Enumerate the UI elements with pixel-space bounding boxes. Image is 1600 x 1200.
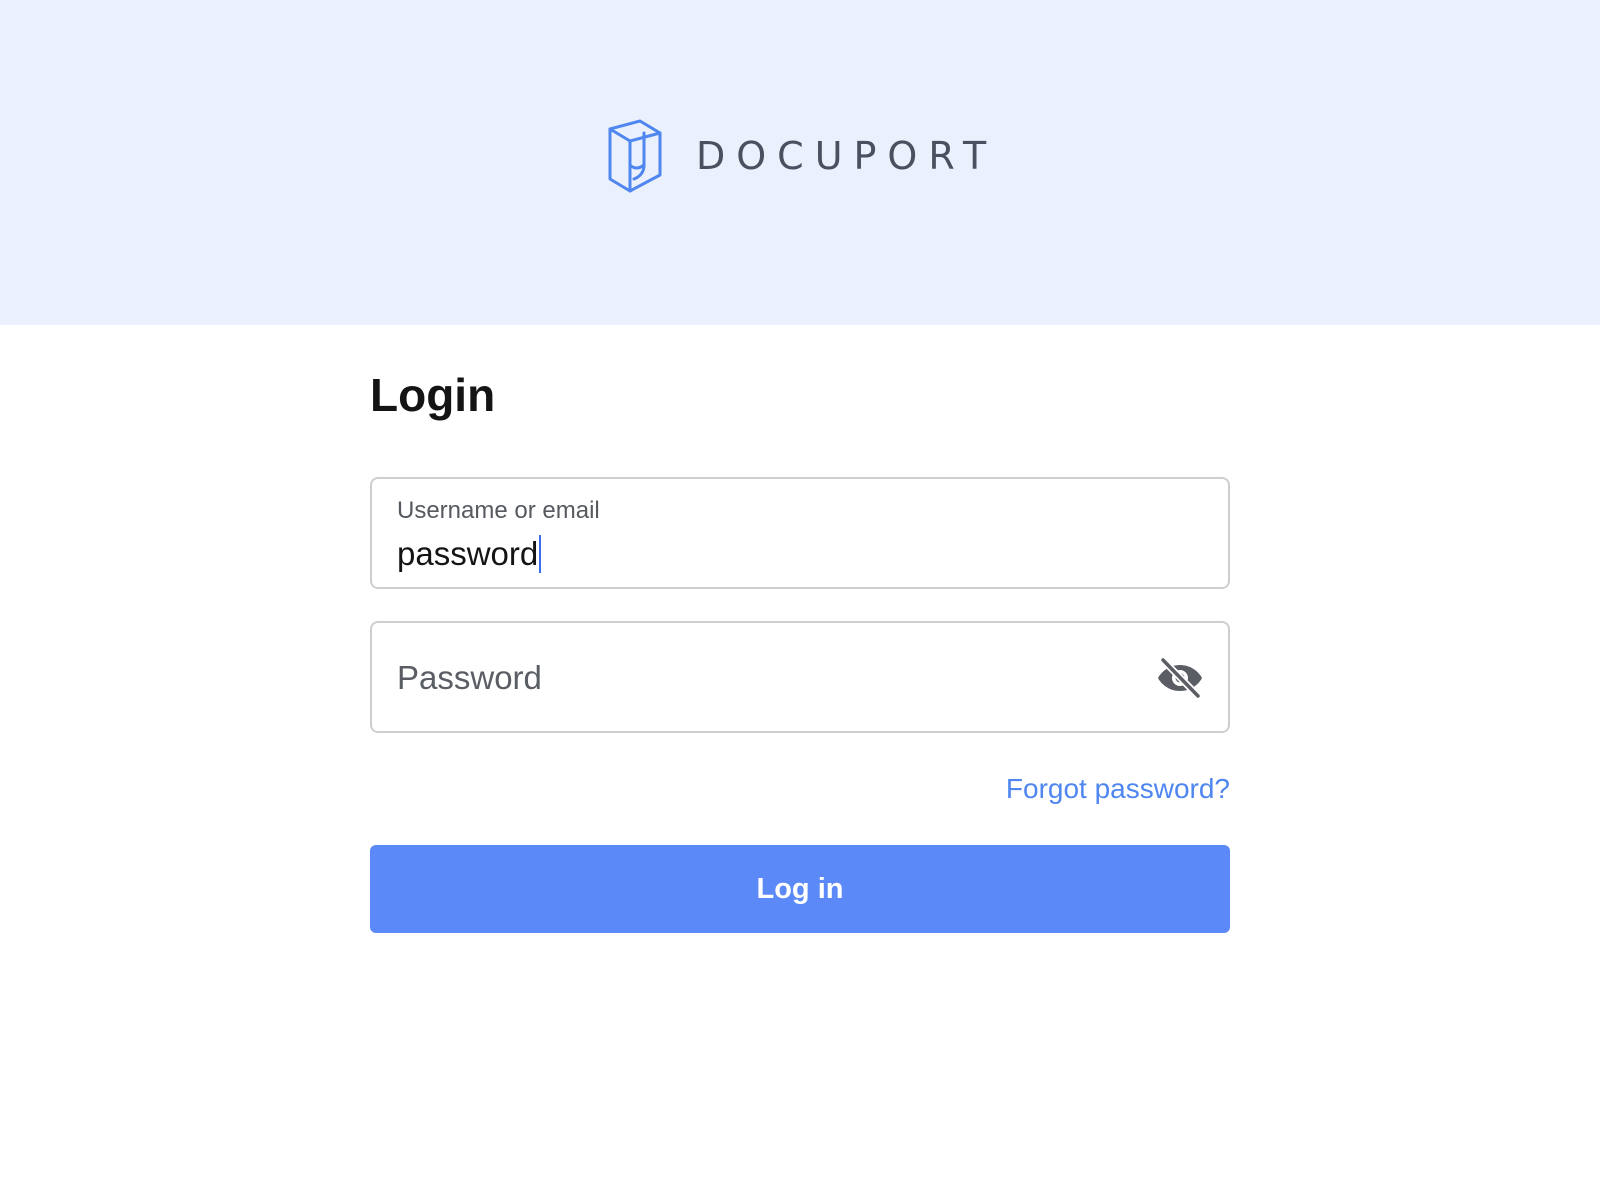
text-caret xyxy=(539,535,542,573)
brand-name: DOCUPORT xyxy=(696,134,998,178)
password-placeholder: Password xyxy=(397,659,542,696)
header-banner: DOCUPORT xyxy=(0,0,1600,325)
username-value: password xyxy=(397,535,539,572)
toggle-password-visibility-button[interactable] xyxy=(1156,658,1204,698)
username-field[interactable]: Username or email password xyxy=(370,477,1230,589)
eye-off-icon xyxy=(1158,658,1202,698)
username-input[interactable]: password xyxy=(397,534,542,574)
forgot-password-link[interactable]: Forgot password? xyxy=(1006,773,1230,805)
brand: DOCUPORT xyxy=(606,118,997,194)
login-button[interactable]: Log in xyxy=(370,845,1230,933)
page-title: Login xyxy=(370,369,496,421)
password-field[interactable]: Password xyxy=(370,621,1230,733)
username-label: Username or email xyxy=(397,497,600,524)
docuport-logo-icon xyxy=(608,119,662,193)
